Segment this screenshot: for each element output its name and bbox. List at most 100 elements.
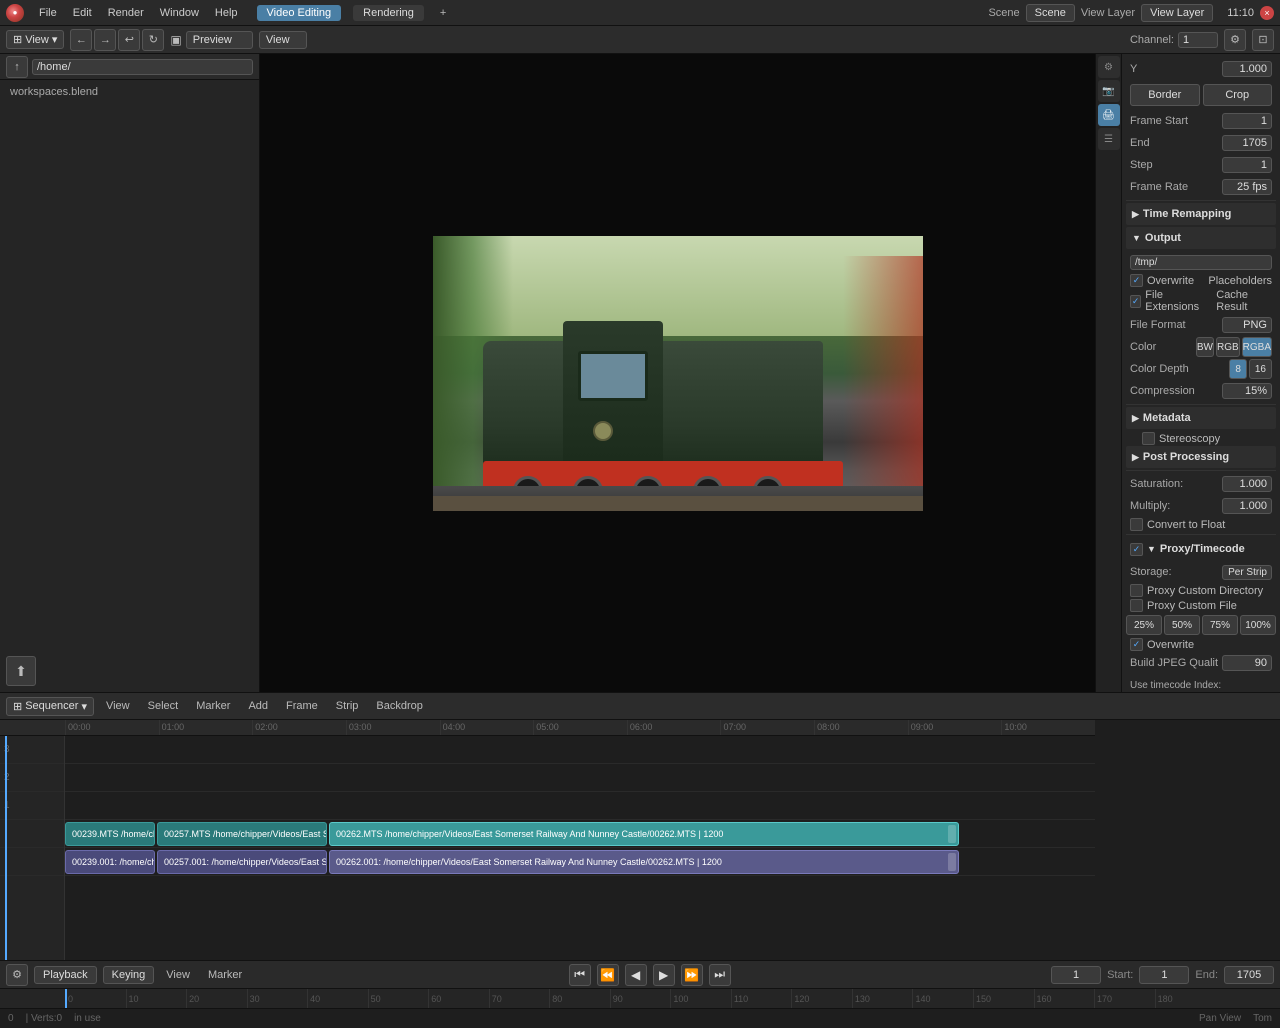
channel-input[interactable]	[1178, 32, 1218, 48]
strip-audio-2[interactable]: 00257.001: /home/chipper/Videos/East So	[157, 850, 327, 874]
strip-video-3[interactable]: 00262.MTS /home/chipper/Videos/East Some…	[329, 822, 959, 846]
prop-icon-render[interactable]: 📷	[1098, 80, 1120, 102]
separator-4	[1126, 534, 1276, 535]
playback-marker[interactable]: Marker	[202, 967, 248, 983]
go-start-btn[interactable]: ⏮	[569, 964, 591, 986]
menu-render[interactable]: Render	[101, 5, 151, 21]
play-reverse-btn[interactable]: ◀	[625, 964, 647, 986]
view-btn-2[interactable]: →	[94, 29, 116, 51]
color-rgb-btn[interactable]: RGB	[1216, 337, 1240, 357]
proxy-timecode-label[interactable]: ▼ Proxy/Timecode	[1147, 538, 1272, 560]
seq-menu-backdrop[interactable]: Backdrop	[370, 698, 428, 714]
proxy-dir-checkbox[interactable]	[1130, 584, 1143, 597]
fullscreen-btn[interactable]: ⊡	[1252, 29, 1274, 51]
sequencer-type-select[interactable]: ⊞ Sequencer ▾	[6, 697, 94, 716]
color-bw-btn[interactable]: BW	[1196, 337, 1214, 357]
saturation-value[interactable]: 1.000	[1222, 476, 1272, 492]
scene-value[interactable]: Scene	[1026, 4, 1075, 22]
add-workspace[interactable]: +	[432, 5, 454, 21]
frame-start-value[interactable]: 1	[1222, 113, 1272, 129]
file-format-value[interactable]: PNG	[1222, 317, 1272, 333]
menu-window[interactable]: Window	[153, 5, 206, 21]
compression-value[interactable]: 15%	[1222, 383, 1272, 399]
color-depth-8-btn[interactable]: 8	[1229, 359, 1247, 379]
pct-100-btn[interactable]: 100%	[1240, 615, 1276, 635]
editor-type-select[interactable]: ⊞ View ▾	[6, 30, 64, 49]
frame-indicator[interactable]	[5, 736, 7, 960]
view-btn-4[interactable]: ↻	[142, 29, 164, 51]
strip-video-2[interactable]: 00257.MTS /home/chipper/Videos/East So	[157, 822, 327, 846]
bookmark-up-btn[interactable]: ⬆	[6, 656, 36, 686]
pct-25-btn[interactable]: 25%	[1126, 615, 1162, 635]
view-btn-1[interactable]: ←	[70, 29, 92, 51]
jpeg-quality-value[interactable]: 90	[1222, 655, 1272, 671]
border-btn[interactable]: Border	[1130, 84, 1200, 106]
playback-dropdown[interactable]: Playback	[34, 966, 97, 984]
file-extensions-checkbox[interactable]	[1130, 295, 1141, 308]
seq-menu-marker[interactable]: Marker	[190, 698, 236, 714]
left-panel: ↑ workspaces.blend ⬆	[0, 54, 260, 692]
frame-step-value[interactable]: 1	[1222, 157, 1272, 173]
output-header[interactable]: ▼ Output	[1126, 227, 1276, 249]
pct-50-btn[interactable]: 50%	[1164, 615, 1200, 635]
keying-dropdown[interactable]: Keying	[103, 966, 155, 984]
time-scrubber[interactable]: 0 10 20 30 40 50 60 70 80 90 100 110 120…	[0, 988, 1280, 1008]
workspace-tab-rendering[interactable]: Rendering	[353, 5, 424, 21]
strip-audio-1[interactable]: 00239.001: /home/chipper/M	[65, 850, 155, 874]
output-path[interactable]: /tmp/	[1130, 255, 1272, 270]
start-frame[interactable]: 1	[1139, 966, 1189, 984]
seq-menu-frame[interactable]: Frame	[280, 698, 324, 714]
workspace-tab-video-editing[interactable]: Video Editing	[257, 5, 342, 21]
crop-btn[interactable]: Crop	[1203, 84, 1273, 106]
strip-video-3-handle[interactable]	[948, 825, 956, 843]
next-frame-btn[interactable]: ⏩	[681, 964, 703, 986]
overwrite2-checkbox[interactable]	[1130, 638, 1143, 651]
prop-icon-view[interactable]: ☰	[1098, 128, 1120, 150]
file-up-btn[interactable]: ↑	[6, 56, 28, 78]
storage-value[interactable]: Per Strip	[1222, 565, 1272, 580]
color-depth-16-btn[interactable]: 16	[1249, 359, 1272, 379]
view-layer-value[interactable]: View Layer	[1141, 4, 1213, 22]
strip-audio-3[interactable]: 00262.001: /home/chipper/Videos/East Som…	[329, 850, 959, 874]
menu-help[interactable]: Help	[208, 5, 245, 21]
strip-video-1[interactable]: 00239.MTS /home/chipper/Vi	[65, 822, 155, 846]
strip-audio-3-handle[interactable]	[948, 853, 956, 871]
y-value[interactable]: 1.000	[1222, 61, 1272, 77]
file-item-workspace[interactable]: workspaces.blend	[4, 84, 255, 100]
multiply-value[interactable]: 1.000	[1222, 498, 1272, 514]
seq-menu-view[interactable]: View	[100, 698, 136, 714]
current-frame[interactable]: 1	[1051, 966, 1101, 984]
play-btn[interactable]: ▶	[653, 964, 675, 986]
file-path-input[interactable]	[32, 59, 253, 75]
playback-settings[interactable]: ⚙	[6, 964, 28, 986]
metadata-header[interactable]: ▶ Metadata	[1126, 407, 1276, 429]
menu-file[interactable]: File	[32, 5, 64, 21]
prop-icon-output[interactable]: 🖨	[1098, 104, 1120, 126]
seq-menu-select[interactable]: Select	[142, 698, 185, 714]
overwrite-checkbox[interactable]	[1130, 274, 1143, 287]
close-button[interactable]: ×	[1260, 6, 1274, 20]
end-frame[interactable]: 1705	[1224, 966, 1274, 984]
view-btn-3[interactable]: ↩	[118, 29, 140, 51]
proxy-file-checkbox[interactable]	[1130, 599, 1143, 612]
prop-icon-scene[interactable]: ⚙	[1098, 56, 1120, 78]
pct-75-btn[interactable]: 75%	[1202, 615, 1238, 635]
menu-edit[interactable]: Edit	[66, 5, 99, 21]
playback-view[interactable]: View	[160, 967, 196, 983]
scrubber-handle[interactable]	[65, 989, 67, 1008]
post-processing-header[interactable]: ▶ Post Processing	[1126, 446, 1276, 468]
proxy-timecode-checkbox[interactable]	[1130, 543, 1143, 556]
convert-float-checkbox[interactable]	[1130, 518, 1143, 531]
preview-select[interactable]: Preview	[186, 31, 253, 49]
time-remapping-header[interactable]: ▶ Time Remapping	[1126, 203, 1276, 225]
frame-rate-value[interactable]: 25 fps	[1222, 179, 1272, 195]
seq-menu-strip[interactable]: Strip	[330, 698, 365, 714]
stereoscopy-checkbox[interactable]	[1142, 432, 1155, 445]
view-select[interactable]: View	[259, 31, 307, 49]
settings-btn[interactable]: ⚙	[1224, 29, 1246, 51]
prev-frame-btn[interactable]: ⏪	[597, 964, 619, 986]
frame-end-value[interactable]: 1705	[1222, 135, 1272, 151]
seq-menu-add[interactable]: Add	[242, 698, 274, 714]
color-rgba-btn[interactable]: RGBA	[1242, 337, 1272, 357]
go-end-btn[interactable]: ⏭	[709, 964, 731, 986]
